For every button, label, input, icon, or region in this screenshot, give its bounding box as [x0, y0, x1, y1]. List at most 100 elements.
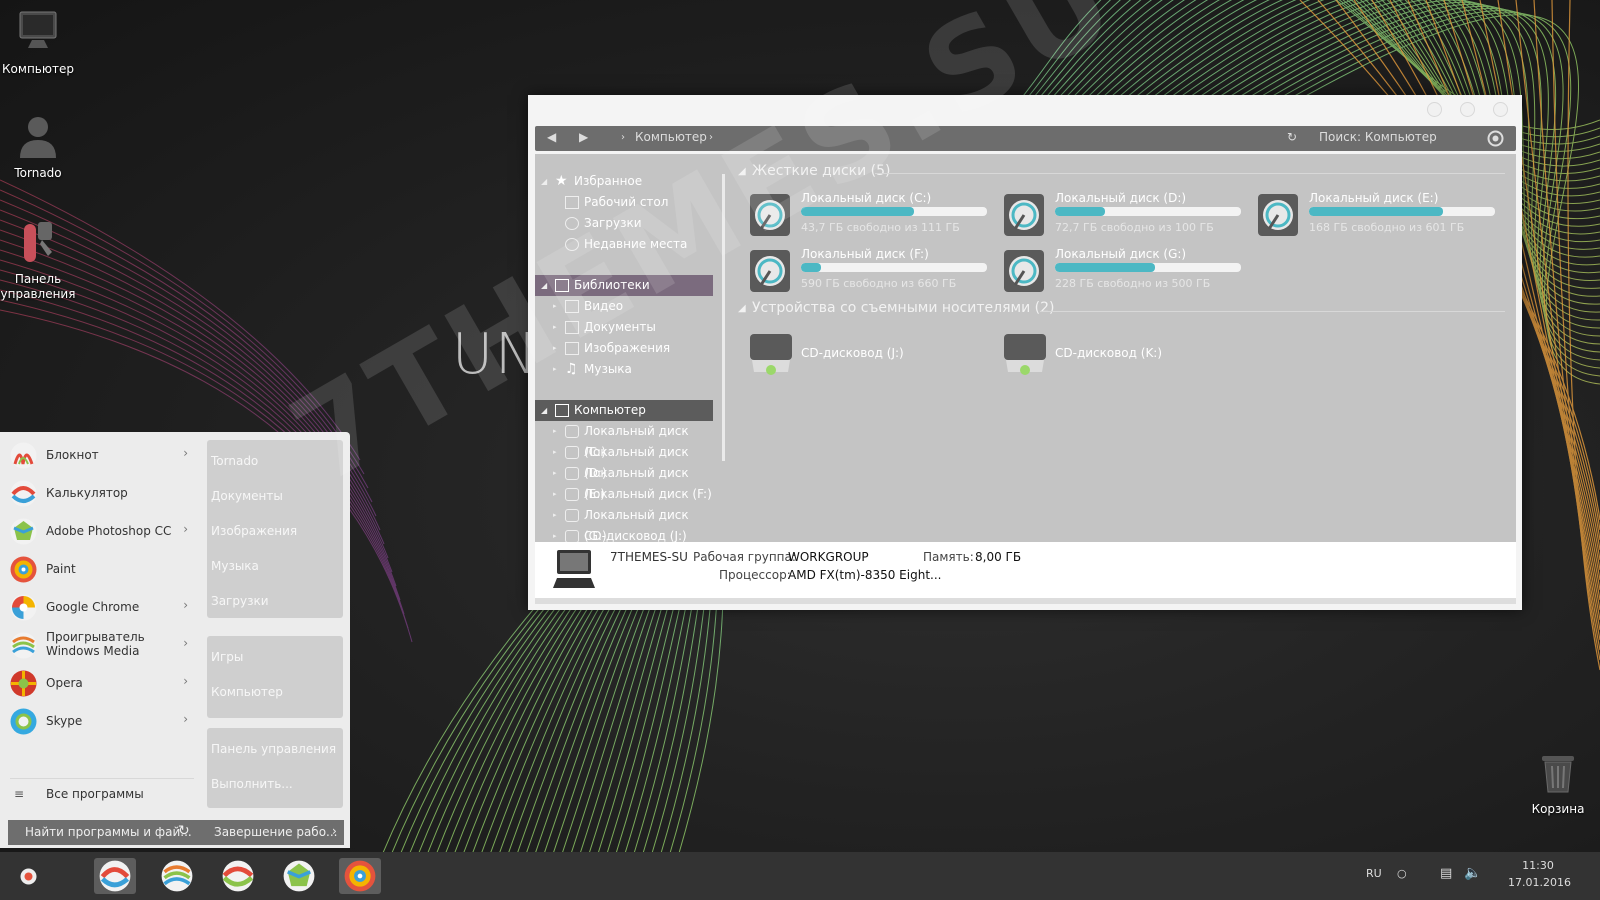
- taskbar-app[interactable]: [339, 858, 381, 894]
- nav-drive-f[interactable]: ▸ Локальный диск (F:): [535, 484, 713, 505]
- nav-favorites[interactable]: ◢ ★ Избранное: [535, 171, 713, 192]
- shutdown-options-icon[interactable]: ›: [332, 824, 337, 838]
- section-collapse-icon[interactable]: ◢: [738, 303, 746, 314]
- nav-scrollbar[interactable]: [722, 174, 725, 461]
- drive-tile[interactable]: Локальный диск (E:) 168 ГБ свободно из 6…: [1257, 191, 1497, 241]
- nav-cd-j[interactable]: ▸ CD-дисковод (J:): [535, 526, 713, 542]
- breadcrumb-chevron-icon[interactable]: ›: [621, 132, 625, 143]
- expand-icon[interactable]: ◢: [541, 275, 547, 296]
- back-icon[interactable]: ◀: [547, 130, 556, 144]
- refresh-icon[interactable]: ↻: [1287, 130, 1297, 144]
- expand-icon[interactable]: ◢: [541, 171, 547, 192]
- chevron-right-icon[interactable]: ›: [183, 712, 188, 726]
- tray-circle-icon[interactable]: ○: [1397, 867, 1407, 880]
- start-link[interactable]: Выполнить...: [211, 777, 293, 791]
- forward-icon[interactable]: ▶: [579, 130, 588, 144]
- start-link[interactable]: Музыка: [211, 559, 259, 573]
- desktop-icon-trash[interactable]: Корзина: [1520, 748, 1596, 817]
- start-links-group-2: Игры Компьютер: [207, 636, 343, 718]
- collapse-icon[interactable]: ▸: [553, 338, 557, 359]
- clock-time[interactable]: 11:30: [1508, 859, 1568, 872]
- drive-tile[interactable]: Локальный диск (G:) 228 ГБ свободно из 5…: [1003, 247, 1243, 297]
- start-link[interactable]: Tornado: [211, 454, 258, 468]
- nav-drive-c[interactable]: ▸ Локальный диск (C:): [535, 421, 713, 459]
- explorer-window[interactable]: ◀ ▶ › Компьютер › ↻ Поиск: Компьютер ◢ ★…: [528, 95, 1522, 610]
- collapse-icon[interactable]: ▸: [553, 526, 557, 542]
- start-link[interactable]: Документы: [211, 489, 283, 503]
- shutdown-button[interactable]: Завершение рабо...: [214, 825, 337, 839]
- nav-music[interactable]: ▸ ♫ Музыка: [535, 359, 713, 380]
- chevron-right-icon[interactable]: ›: [183, 446, 188, 460]
- language-indicator[interactable]: RU: [1366, 867, 1382, 880]
- start-link[interactable]: Игры: [211, 650, 243, 664]
- taskbar-app[interactable]: [156, 858, 198, 894]
- close-button[interactable]: [1493, 102, 1508, 117]
- nav-video[interactable]: ▸ Видео: [535, 296, 713, 317]
- nav-recent[interactable]: Недавние места: [535, 234, 713, 255]
- start-button-icon[interactable]: [20, 868, 37, 885]
- program-item[interactable]: Блокнот ›: [10, 438, 194, 472]
- start-link[interactable]: Компьютер: [211, 685, 283, 699]
- search-programs-input[interactable]: Найти программы и фай...: [25, 825, 192, 839]
- chevron-right-icon[interactable]: ›: [183, 674, 188, 688]
- collapse-icon[interactable]: ▸: [553, 484, 557, 505]
- minimize-button[interactable]: [1427, 102, 1442, 117]
- maximize-button[interactable]: [1460, 102, 1475, 117]
- music-icon: ♫: [565, 361, 578, 377]
- collapse-icon[interactable]: ▸: [553, 296, 557, 317]
- breadcrumb-dropdown-icon[interactable]: ›: [709, 132, 713, 143]
- taskbar-app[interactable]: [217, 858, 259, 894]
- nav-drive-g[interactable]: ▸ Локальный диск (G:): [535, 505, 713, 542]
- nav-libraries[interactable]: ◢ Библиотеки: [535, 275, 713, 296]
- desktop-icon-control-panel[interactable]: Панель управления: [0, 218, 76, 302]
- program-item[interactable]: Калькулятор: [10, 476, 194, 510]
- taskbar-app[interactable]: [278, 858, 320, 894]
- collapse-icon[interactable]: ▸: [553, 359, 557, 380]
- collapse-icon[interactable]: ▸: [553, 442, 557, 463]
- search-icon[interactable]: [1487, 130, 1504, 147]
- nav-documents[interactable]: ▸ Документы: [535, 317, 713, 338]
- expand-icon[interactable]: ◢: [541, 400, 547, 421]
- volume-icon[interactable]: 🔈: [1464, 865, 1481, 881]
- nav-drive-d[interactable]: ▸ Локальный диск (D:): [535, 442, 713, 480]
- nav-downloads[interactable]: Загрузки: [535, 213, 713, 234]
- start-link[interactable]: Панель управления: [211, 742, 336, 756]
- nav-computer[interactable]: ◢ Компьютер: [535, 400, 713, 421]
- search-icon[interactable]: ↻: [178, 823, 190, 839]
- start-link[interactable]: Загрузки: [211, 594, 269, 608]
- cd-drive-tile[interactable]: CD-дисковод (J:): [749, 332, 949, 376]
- chevron-right-icon[interactable]: ›: [183, 636, 188, 650]
- section-title-hard-drives[interactable]: Жесткие диски (5): [752, 163, 890, 179]
- section-title-removable[interactable]: Устройства со съемными носителями (2): [752, 300, 1054, 316]
- collapse-icon[interactable]: ▸: [553, 463, 557, 484]
- desktop-icon-user[interactable]: Tornado: [0, 112, 76, 181]
- collapse-icon[interactable]: ▸: [553, 505, 557, 526]
- collapse-icon[interactable]: ▸: [553, 317, 557, 338]
- section-collapse-icon[interactable]: ◢: [738, 166, 746, 177]
- nav-pictures[interactable]: ▸ Изображения: [535, 338, 713, 359]
- program-item[interactable]: Проигрыватель Windows Media ›: [10, 628, 194, 662]
- nav-desktop[interactable]: Рабочий стол: [535, 192, 713, 213]
- taskbar-app[interactable]: [94, 858, 136, 894]
- drive-tile[interactable]: Локальный диск (D:) 72,7 ГБ свободно из …: [1003, 191, 1243, 241]
- drive-tile[interactable]: Локальный диск (C:) 43,7 ГБ свободно из …: [749, 191, 989, 241]
- chevron-right-icon[interactable]: ›: [183, 522, 188, 536]
- program-item[interactable]: Opera ›: [10, 666, 194, 700]
- all-programs-button[interactable]: ≡ Все программы: [10, 778, 194, 804]
- breadcrumb[interactable]: Компьютер: [635, 130, 707, 144]
- drive-tile[interactable]: Локальный диск (F:) 590 ГБ свободно из 6…: [749, 247, 989, 297]
- clock-date[interactable]: 17.01.2016: [1508, 876, 1571, 889]
- desktop-icon-computer[interactable]: Компьютер: [0, 8, 76, 77]
- nav-drive-e[interactable]: ▸ Локальный диск (E:): [535, 463, 713, 501]
- cd-drive-tile[interactable]: CD-дисковод (K:): [1003, 332, 1203, 376]
- chevron-right-icon[interactable]: ›: [183, 598, 188, 612]
- program-item[interactable]: Google Chrome ›: [10, 590, 194, 624]
- program-item[interactable]: Paint: [10, 552, 194, 586]
- collapse-icon[interactable]: ▸: [553, 421, 557, 442]
- start-link[interactable]: Изображения: [211, 524, 297, 538]
- search-input[interactable]: Поиск: Компьютер: [1319, 130, 1437, 144]
- network-icon[interactable]: ▤: [1440, 866, 1452, 881]
- app-icon: [161, 860, 193, 892]
- program-item[interactable]: Skype ›: [10, 704, 194, 738]
- program-item[interactable]: Adobe Photoshop CC ›: [10, 514, 194, 548]
